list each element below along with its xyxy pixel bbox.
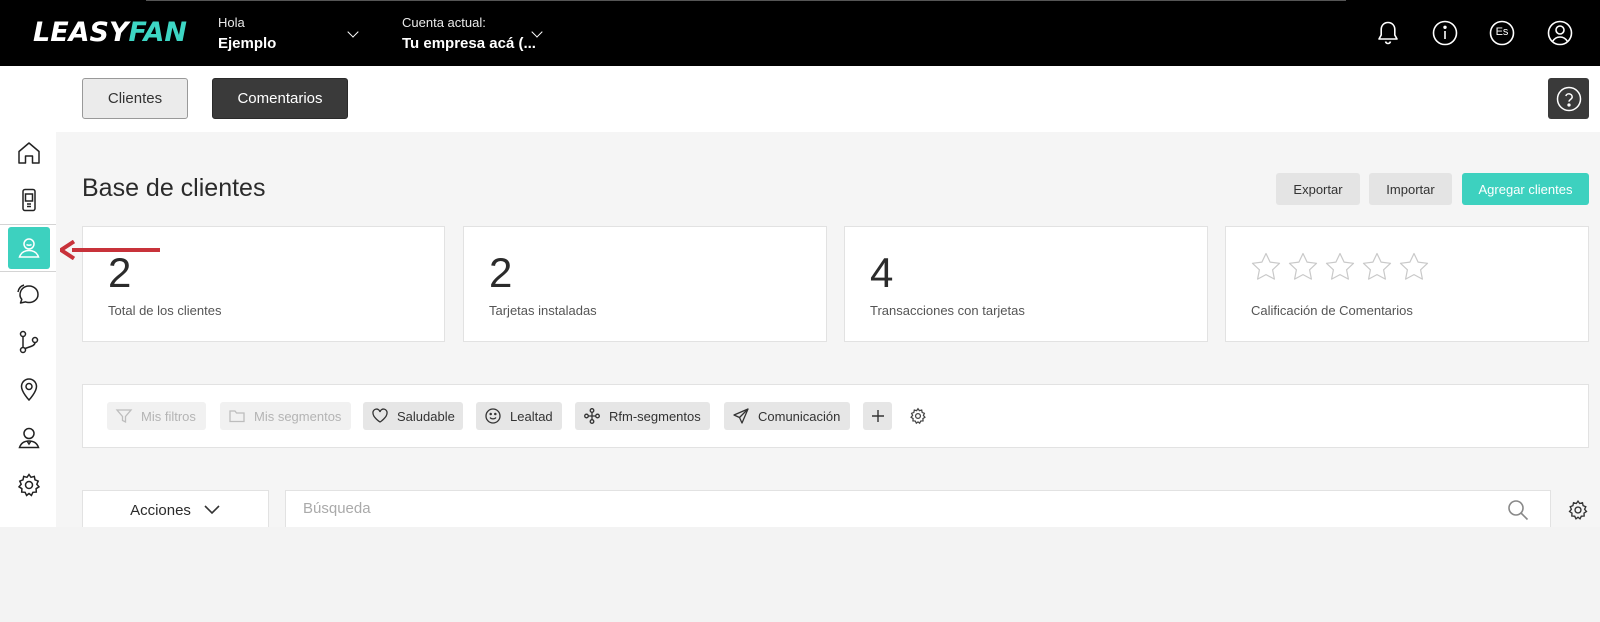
user-profile-icon[interactable] <box>1546 19 1574 47</box>
star-icon <box>1399 252 1429 280</box>
table-settings-button[interactable] <box>1567 499 1589 521</box>
add-clients-button[interactable]: Agregar clientes <box>1462 173 1589 205</box>
sidebar-item-cards[interactable] <box>8 179 50 221</box>
stat-value: 2 <box>489 249 513 296</box>
heart-icon <box>372 408 388 423</box>
stat-label: Calificación de Comentarios <box>1251 303 1413 318</box>
tab-clientes[interactable]: Clientes <box>82 78 188 119</box>
account-selector[interactable]: Cuenta actual: Tu empresa acá (... <box>402 15 536 52</box>
language-label: Es <box>1495 26 1509 38</box>
add-filter-button[interactable] <box>863 402 892 430</box>
top-bar: LEASYFAN Hola Ejemplo Cuenta actual: Tu … <box>0 0 1600 66</box>
chip-label: Lealtad <box>510 408 553 424</box>
filters-bar: Mis filtros Mis segmentos Saludable Leal… <box>82 384 1589 448</box>
user-greeting[interactable]: Hola Ejemplo <box>218 15 276 52</box>
star-icon <box>1288 252 1318 280</box>
filters-settings-button[interactable] <box>909 407 927 425</box>
import-button[interactable]: Importar <box>1369 173 1452 205</box>
logo-text-fan: FAN <box>128 17 188 48</box>
folder-icon <box>229 410 245 423</box>
clients-icon <box>18 238 40 258</box>
actions-label: Acciones <box>130 501 191 519</box>
top-border-line <box>146 0 1346 1</box>
annotation-arrow-icon <box>60 240 160 260</box>
chevron-down-icon <box>204 505 220 515</box>
filter-icon <box>115 409 133 424</box>
sidebar-divider <box>0 224 56 225</box>
chip-label: Saludable <box>397 408 455 424</box>
leasyfan-logo[interactable]: LEASYFAN <box>33 17 187 48</box>
info-icon[interactable] <box>1431 19 1459 47</box>
search-input[interactable] <box>303 500 1483 517</box>
send-icon <box>733 408 749 424</box>
sidebar-item-locations[interactable] <box>8 368 50 410</box>
home-icon <box>18 142 40 164</box>
greeting-name: Ejemplo <box>218 35 277 52</box>
communication-chip[interactable]: Comunicación <box>724 402 850 430</box>
stat-value: 4 <box>870 249 894 296</box>
chip-label: Comunicación <box>758 408 841 424</box>
sidebar-item-staff[interactable] <box>8 417 50 459</box>
help-button[interactable] <box>1548 78 1589 119</box>
bell-icon[interactable] <box>1374 19 1402 47</box>
subheader-tabs: Clientes Comentarios <box>56 66 1600 132</box>
chevron-down-icon[interactable] <box>347 26 359 38</box>
stat-label: Total de los clientes <box>108 303 222 318</box>
search-box <box>285 490 1551 527</box>
tab-comentarios[interactable]: Comentarios <box>212 78 348 119</box>
gear-icon <box>910 407 926 425</box>
chip-label: Mis segmentos <box>254 408 342 424</box>
rfm-segments-chip[interactable]: Rfm-segmentos <box>575 402 710 430</box>
my-segments-chip[interactable]: Mis segmentos <box>220 402 351 430</box>
stat-label: Transacciones con tarjetas <box>870 303 1025 318</box>
mobile-card-icon <box>22 188 36 212</box>
app-frame: LEASYFAN Hola Ejemplo Cuenta actual: Tu … <box>0 0 1600 527</box>
sidebar-item-home[interactable] <box>8 132 50 174</box>
page-background <box>0 527 1600 622</box>
comments-icon <box>17 284 39 304</box>
star-icon <box>1325 252 1355 280</box>
page-title: Base de clientes <box>82 174 266 202</box>
flows-icon <box>19 330 39 354</box>
sidebar-divider <box>0 271 56 272</box>
smile-icon <box>485 408 501 424</box>
staff-icon <box>18 427 40 449</box>
stat-card-installed-cards: 2 Tarjetas instaladas <box>463 226 827 342</box>
my-filters-chip[interactable]: Mis filtros <box>107 402 206 430</box>
chip-label: Rfm-segmentos <box>609 408 701 424</box>
star-icon <box>1362 252 1392 280</box>
sidebar <box>0 66 56 527</box>
stat-card-comments-rating: Calificación de Comentarios <box>1225 226 1589 342</box>
sidebar-item-flows[interactable] <box>8 321 50 363</box>
actions-dropdown[interactable]: Acciones <box>82 490 269 527</box>
account-label: Cuenta actual: <box>402 15 486 30</box>
healthy-chip[interactable]: Saludable <box>363 402 463 430</box>
plus-icon <box>871 410 884 422</box>
segments-icon <box>584 408 600 424</box>
logo-text-leasy: LEASY <box>33 17 129 48</box>
stat-card-card-transactions: 4 Transacciones con tarjetas <box>844 226 1208 342</box>
account-name: Tu empresa acá (... <box>402 35 536 52</box>
search-icon[interactable] <box>1507 499 1529 521</box>
sidebar-item-comments[interactable] <box>8 273 50 315</box>
language-icon[interactable]: Es <box>1488 19 1516 47</box>
loyalty-chip[interactable]: Lealtad <box>476 402 562 430</box>
sidebar-item-settings[interactable] <box>8 464 50 506</box>
export-button[interactable]: Exportar <box>1276 173 1360 205</box>
stat-label: Tarjetas instaladas <box>489 303 597 318</box>
chip-label: Mis filtros <box>141 408 196 424</box>
star-icon <box>1251 252 1281 280</box>
help-icon <box>1556 86 1581 111</box>
sidebar-item-clients[interactable] <box>8 227 50 269</box>
gear-icon <box>1568 499 1588 520</box>
location-pin-icon <box>20 378 38 402</box>
rating-stars <box>1250 251 1430 283</box>
greeting-label: Hola <box>218 15 245 30</box>
settings-icon <box>17 473 41 497</box>
